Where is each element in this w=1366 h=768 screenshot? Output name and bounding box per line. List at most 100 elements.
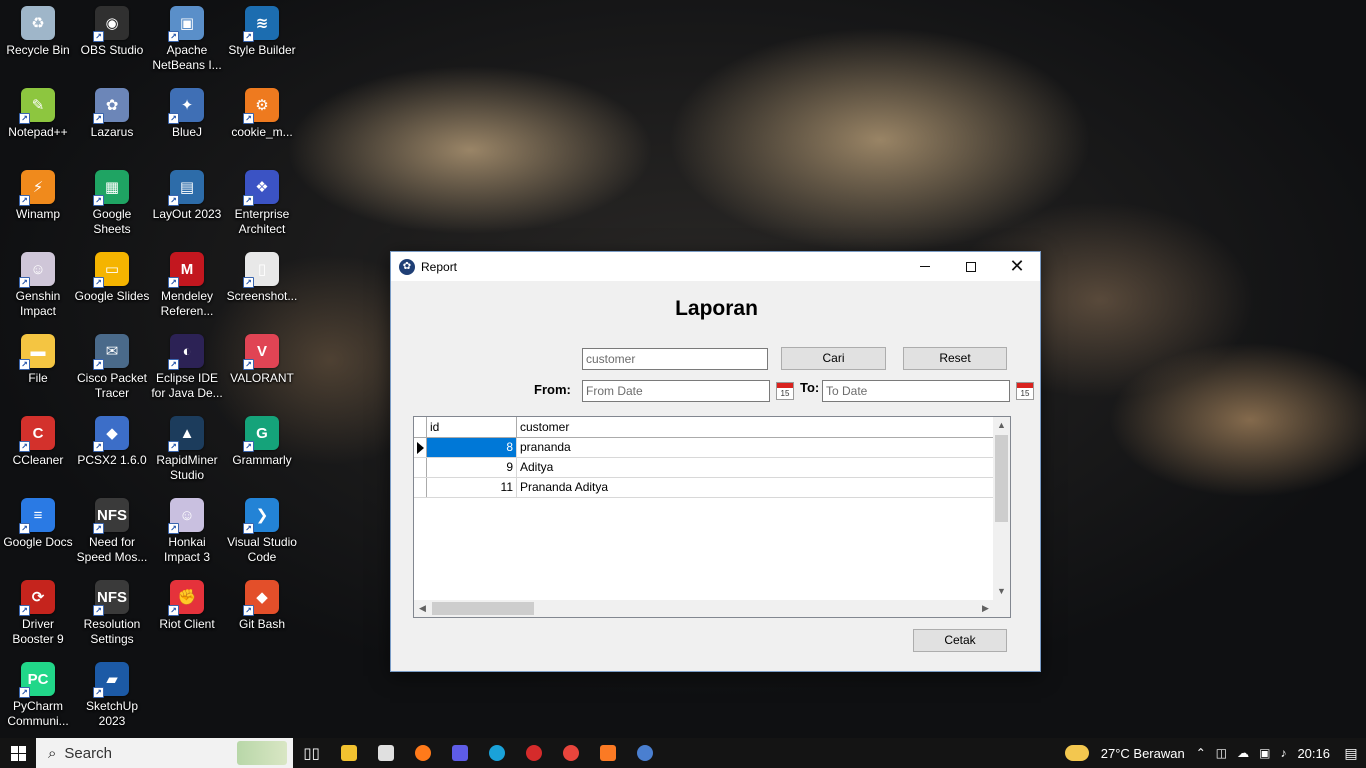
column-header-customer[interactable]: customer xyxy=(517,417,994,437)
store-icon[interactable] xyxy=(367,738,404,768)
grid-corner[interactable] xyxy=(414,417,427,437)
desktop-icon[interactable]: ▬ ↗ File xyxy=(0,328,76,408)
app-icon: ▯ ↗ xyxy=(243,252,279,288)
desktop-icon[interactable]: ✿ ↗ Lazarus xyxy=(74,82,150,162)
chrome-icon[interactable] xyxy=(552,738,589,768)
cell-customer[interactable]: Prananda Aditya xyxy=(517,478,994,497)
horizontal-scroll-thumb[interactable] xyxy=(432,602,534,615)
cell-id[interactable]: 11 xyxy=(427,478,517,497)
window-titlebar[interactable]: ✿ Report ✕ xyxy=(391,252,1040,281)
desktop-icon[interactable]: ▯ ↗ Screenshot... xyxy=(224,246,300,326)
from-date-field[interactable]: From Date xyxy=(582,380,770,402)
row-header[interactable] xyxy=(414,478,427,497)
meet-icon[interactable]: ◫ xyxy=(1216,746,1227,760)
cell-id[interactable]: 8 xyxy=(427,438,517,457)
clock[interactable]: 20:16 xyxy=(1297,746,1330,761)
task-view-icon[interactable]: ▯▯ xyxy=(293,738,330,768)
desktop-icon[interactable]: ✊ ↗ Riot Client xyxy=(149,574,225,654)
cell-customer[interactable]: prananda xyxy=(517,438,994,457)
row-header[interactable] xyxy=(414,438,427,457)
row-header[interactable] xyxy=(414,458,427,477)
scroll-left-icon[interactable]: ◀ xyxy=(414,600,431,617)
desktop-icon[interactable]: ▰ ↗ SketchUp 2023 xyxy=(74,656,150,736)
maximize-icon xyxy=(966,261,976,272)
desktop-icon[interactable]: ✦ ↗ BlueJ xyxy=(149,82,225,162)
settings-app-icon[interactable] xyxy=(626,738,663,768)
cetak-button[interactable]: Cetak xyxy=(913,629,1007,652)
xampp-icon[interactable] xyxy=(589,738,626,768)
scroll-right-icon[interactable]: ▶ xyxy=(977,600,994,617)
desktop-icon[interactable]: ✉ ↗ Cisco Packet Tracer xyxy=(74,328,150,408)
app-icon: ≋ ↗ xyxy=(243,6,279,42)
desktop-icon[interactable]: ▦ ↗ Google Sheets xyxy=(74,164,150,244)
desktop-icon[interactable]: C ↗ CCleaner xyxy=(0,410,76,490)
report-window: ✿ Report ✕ Laporan customer Cari Reset F… xyxy=(390,251,1041,672)
scroll-down-icon[interactable]: ▼ xyxy=(993,583,1010,600)
file-explorer-icon[interactable] xyxy=(330,738,367,768)
vertical-scrollbar[interactable]: ▲ ▼ xyxy=(993,417,1010,600)
desktop-icon[interactable]: ⟳ ↗ Driver Booster 9 xyxy=(0,574,76,654)
app-blue-icon[interactable] xyxy=(441,738,478,768)
desktop-icon[interactable]: ≡ ↗ Google Docs xyxy=(0,492,76,572)
table-row[interactable]: 8 prananda xyxy=(414,438,994,458)
taskbar-search[interactable]: ⌕ Search xyxy=(36,738,293,768)
desktop-icon[interactable]: ◐ ↗ Eclipse IDE for Java De... xyxy=(149,328,225,408)
minimize-button[interactable] xyxy=(902,252,948,281)
to-date-field[interactable]: To Date xyxy=(822,380,1010,402)
shortcut-arrow-icon: ↗ xyxy=(93,195,104,206)
vertical-scroll-thumb[interactable] xyxy=(995,435,1008,522)
desktop-icon-label: PyCharm Communi... xyxy=(7,699,69,728)
edge-icon[interactable] xyxy=(478,738,515,768)
desktop-icon[interactable]: ♻ Recycle Bin xyxy=(0,0,76,80)
weather-text[interactable]: 27°C Berawan xyxy=(1101,746,1185,761)
start-button[interactable] xyxy=(0,738,36,768)
show-hidden-icons-icon[interactable]: ⌃ xyxy=(1196,746,1206,760)
desktop-icon[interactable]: ▤ ↗ LayOut 2023 xyxy=(149,164,225,244)
desktop-icon[interactable]: ❖ ↗ Enterprise Architect xyxy=(224,164,300,244)
data-grid[interactable]: id customer 8 prananda 9 Aditya 11 Prana… xyxy=(413,416,1011,618)
desktop-icon[interactable]: ◉ ↗ OBS Studio xyxy=(74,0,150,80)
weather-icon[interactable] xyxy=(1064,745,1089,761)
cari-button[interactable]: Cari xyxy=(781,347,886,370)
desktop-icon[interactable]: NFS ↗ Need for Speed Mos... xyxy=(74,492,150,572)
cell-customer[interactable]: Aditya xyxy=(517,458,994,477)
desktop-icon[interactable]: PC ↗ PyCharm Communi... xyxy=(0,656,76,736)
app-red-icon[interactable] xyxy=(515,738,552,768)
notifications-icon[interactable]: ▤ xyxy=(1336,745,1366,762)
desktop-icon[interactable]: ⚡ ↗ Winamp xyxy=(0,164,76,244)
desktop-icon[interactable]: ▣ ↗ Apache NetBeans I... xyxy=(149,0,225,80)
close-button[interactable]: ✕ xyxy=(994,252,1040,281)
search-input[interactable]: customer xyxy=(582,348,768,370)
desktop-icon[interactable]: ◆ ↗ PCSX2 1.6.0 xyxy=(74,410,150,490)
desktop-icon[interactable]: ◆ ↗ Git Bash xyxy=(224,574,300,654)
desktop-icon[interactable]: G ↗ Grammarly xyxy=(224,410,300,490)
scroll-up-icon[interactable]: ▲ xyxy=(993,417,1010,434)
volume-icon[interactable]: ♪ xyxy=(1280,746,1286,760)
horizontal-scrollbar[interactable]: ◀ ▶ xyxy=(414,600,994,617)
desktop-icon[interactable]: ▲ ↗ RapidMiner Studio xyxy=(149,410,225,490)
desktop-icon[interactable]: ▭ ↗ Google Slides xyxy=(74,246,150,326)
desktop-icon[interactable]: ✎ ↗ Notepad++ xyxy=(0,82,76,162)
desktop-icon[interactable]: ☺ ↗ Honkai Impact 3 xyxy=(149,492,225,572)
firefox-icon[interactable] xyxy=(404,738,441,768)
desktop-icon[interactable]: ❯ ↗ Visual Studio Code xyxy=(224,492,300,572)
app-icon: ⚙ ↗ xyxy=(243,88,279,124)
desktop-icon[interactable]: ⚙ ↗ cookie_m... xyxy=(224,82,300,162)
shortcut-arrow-icon: ↗ xyxy=(19,605,30,616)
column-header-id[interactable]: id xyxy=(427,417,517,437)
desktop-icon[interactable]: ☺ ↗ Genshin Impact xyxy=(0,246,76,326)
desktop-icon[interactable]: ≋ ↗ Style Builder xyxy=(224,0,300,80)
cell-id[interactable]: 9 xyxy=(427,458,517,477)
onedrive-icon[interactable]: ☁ xyxy=(1237,746,1249,760)
table-row[interactable]: 11 Prananda Aditya xyxy=(414,478,994,498)
maximize-button[interactable] xyxy=(948,252,994,281)
to-calendar-button[interactable]: 15 xyxy=(1016,382,1034,400)
network-icon[interactable]: ▣ xyxy=(1259,746,1270,760)
desktop-icon[interactable]: NFS ↗ Resolution Settings xyxy=(74,574,150,654)
table-row[interactable]: 9 Aditya xyxy=(414,458,994,478)
calendar-day: 15 xyxy=(1020,389,1030,398)
desktop-icon[interactable]: V ↗ VALORANT xyxy=(224,328,300,408)
desktop-icon[interactable]: M ↗ Mendeley Referen... xyxy=(149,246,225,326)
from-calendar-button[interactable]: 15 xyxy=(776,382,794,400)
reset-button[interactable]: Reset xyxy=(903,347,1007,370)
